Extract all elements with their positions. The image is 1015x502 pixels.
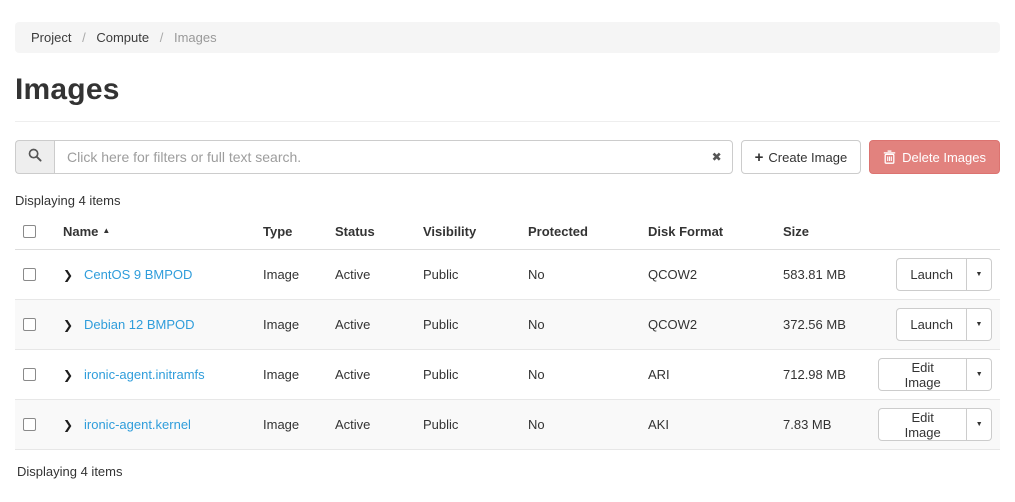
cell-type: Image: [255, 350, 327, 400]
trash-icon: [883, 150, 896, 164]
image-name-link[interactable]: ironic-agent.initramfs: [84, 367, 205, 382]
breadcrumb-compute[interactable]: Compute: [96, 30, 149, 45]
cell-protected: No: [520, 350, 640, 400]
row-checkbox[interactable]: [23, 368, 36, 381]
row-checkbox[interactable]: [23, 418, 36, 431]
cell-type: Image: [255, 300, 327, 350]
title-divider: [15, 121, 1000, 122]
row-action-group: Launch ▼: [896, 258, 992, 291]
items-count-top: Displaying 4 items: [15, 193, 1000, 208]
items-count-bottom: Displaying 4 items: [17, 464, 1000, 479]
images-table: Name▲ Type Status Visibility Protected D…: [15, 212, 1000, 450]
column-header-visibility[interactable]: Visibility: [415, 212, 520, 250]
column-header-actions: [870, 212, 1000, 250]
search-bar: ✖: [15, 140, 733, 174]
delete-images-button[interactable]: Delete Images: [869, 140, 1000, 174]
table-row: ❯CentOS 9 BMPOD Image Active Public No Q…: [15, 250, 1000, 300]
row-action-group: Launch ▼: [896, 308, 992, 341]
create-image-label: Create Image: [768, 150, 847, 165]
row-action-dropdown-button[interactable]: ▼: [967, 308, 992, 341]
expand-row-icon[interactable]: ❯: [63, 418, 84, 432]
breadcrumb: Project / Compute / Images: [15, 22, 1000, 53]
column-header-name[interactable]: Name▲: [55, 212, 255, 250]
table-body: ❯CentOS 9 BMPOD Image Active Public No Q…: [15, 250, 1000, 450]
column-header-disk-format[interactable]: Disk Format: [640, 212, 775, 250]
search-button[interactable]: [15, 140, 54, 174]
expand-row-icon[interactable]: ❯: [63, 318, 84, 332]
chevron-down-icon: ▼: [976, 421, 983, 428]
cell-visibility: Public: [415, 300, 520, 350]
cell-protected: No: [520, 400, 640, 450]
table-row: ❯ironic-agent.initramfs Image Active Pub…: [15, 350, 1000, 400]
images-page: Project / Compute / Images Images ✖ + Cr…: [0, 0, 1015, 479]
row-action-dropdown-button[interactable]: ▼: [967, 258, 992, 291]
plus-icon: +: [755, 150, 764, 165]
cell-disk-format: QCOW2: [640, 300, 775, 350]
cell-disk-format: ARI: [640, 350, 775, 400]
breadcrumb-separator: /: [82, 30, 86, 45]
column-header-protected[interactable]: Protected: [520, 212, 640, 250]
cell-size: 7.83 MB: [775, 400, 870, 450]
cell-protected: No: [520, 300, 640, 350]
cell-type: Image: [255, 250, 327, 300]
cell-size: 372.56 MB: [775, 300, 870, 350]
row-action-group: Edit Image ▼: [878, 408, 992, 441]
expand-row-icon[interactable]: ❯: [63, 268, 84, 282]
table-header-row: Name▲ Type Status Visibility Protected D…: [15, 212, 1000, 250]
delete-images-label: Delete Images: [902, 150, 986, 165]
image-name-link[interactable]: Debian 12 BMPOD: [84, 317, 195, 332]
column-header-type[interactable]: Type: [255, 212, 327, 250]
chevron-down-icon: ▼: [976, 321, 983, 328]
cell-visibility: Public: [415, 350, 520, 400]
row-action-button[interactable]: Launch: [896, 308, 967, 341]
row-action-dropdown-button[interactable]: ▼: [967, 358, 992, 391]
cell-size: 712.98 MB: [775, 350, 870, 400]
cell-disk-format: QCOW2: [640, 250, 775, 300]
image-name-link[interactable]: ironic-agent.kernel: [84, 417, 191, 432]
row-action-button[interactable]: Launch: [896, 258, 967, 291]
cell-status: Active: [327, 250, 415, 300]
magnifier-icon: [28, 148, 42, 167]
column-header-size[interactable]: Size: [775, 212, 870, 250]
row-action-group: Edit Image ▼: [878, 358, 992, 391]
search-input[interactable]: [54, 140, 733, 174]
create-image-button[interactable]: + Create Image: [741, 140, 862, 174]
column-header-status[interactable]: Status: [327, 212, 415, 250]
image-name-link[interactable]: CentOS 9 BMPOD: [84, 267, 192, 282]
table-row: ❯Debian 12 BMPOD Image Active Public No …: [15, 300, 1000, 350]
cell-type: Image: [255, 400, 327, 450]
cell-disk-format: AKI: [640, 400, 775, 450]
breadcrumb-separator: /: [160, 30, 164, 45]
breadcrumb-project[interactable]: Project: [31, 30, 71, 45]
row-action-dropdown-button[interactable]: ▼: [967, 408, 992, 441]
row-action-button[interactable]: Edit Image: [878, 408, 967, 441]
breadcrumb-images: Images: [174, 30, 217, 45]
toolbar: ✖ + Create Image Delete Images: [15, 140, 1000, 174]
cell-visibility: Public: [415, 250, 520, 300]
chevron-down-icon: ▼: [976, 271, 983, 278]
page-title: Images: [15, 73, 1000, 107]
row-checkbox[interactable]: [23, 268, 36, 281]
cell-size: 583.81 MB: [775, 250, 870, 300]
cell-status: Active: [327, 400, 415, 450]
row-action-button[interactable]: Edit Image: [878, 358, 967, 391]
cell-protected: No: [520, 250, 640, 300]
table-row: ❯ironic-agent.kernel Image Active Public…: [15, 400, 1000, 450]
sort-ascending-icon: ▲: [102, 226, 110, 235]
cell-status: Active: [327, 300, 415, 350]
chevron-down-icon: ▼: [976, 371, 983, 378]
row-checkbox[interactable]: [23, 318, 36, 331]
expand-row-icon[interactable]: ❯: [63, 368, 84, 382]
cell-status: Active: [327, 350, 415, 400]
clear-search-icon[interactable]: ✖: [712, 149, 722, 165]
cell-visibility: Public: [415, 400, 520, 450]
select-all-checkbox[interactable]: [23, 225, 36, 238]
